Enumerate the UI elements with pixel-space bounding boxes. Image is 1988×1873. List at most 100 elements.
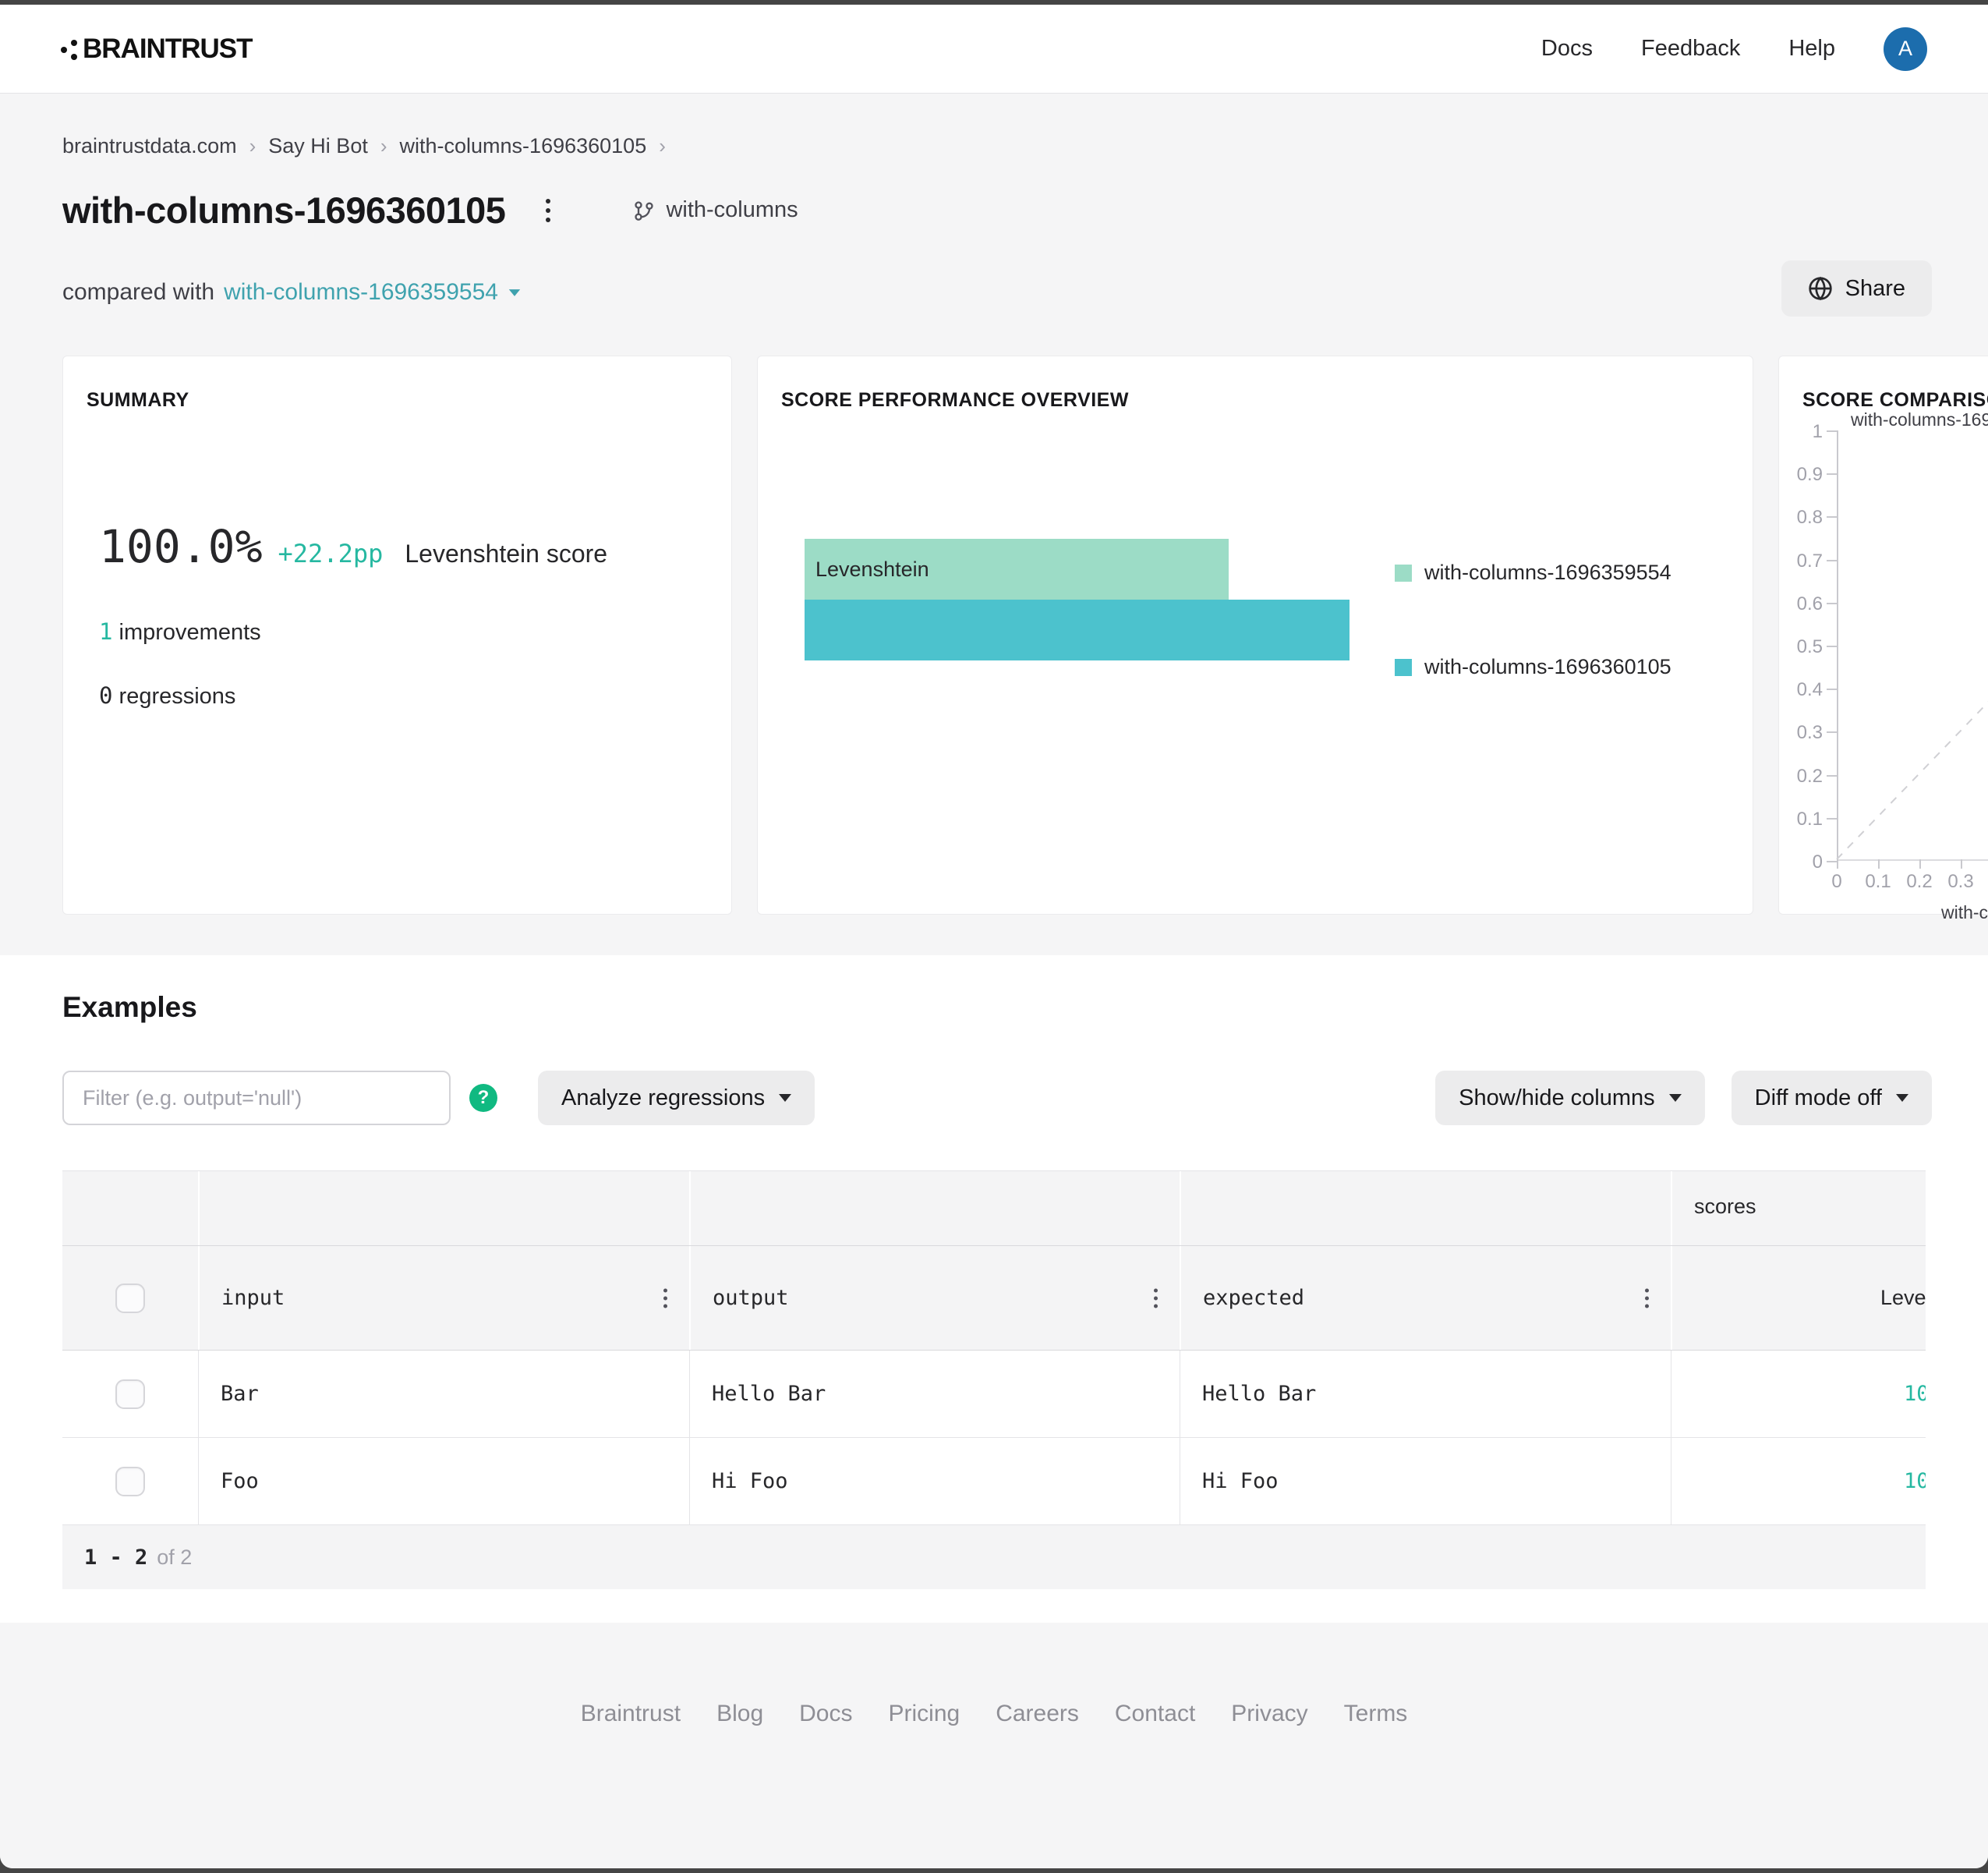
breadcrumb-org[interactable]: braintrustdata.com — [62, 134, 237, 158]
group-cell — [689, 1171, 1180, 1245]
column-header-levenshtein[interactable]: Levenshtein — [1671, 1246, 1926, 1350]
select-all-checkbox[interactable] — [115, 1283, 145, 1313]
breadcrumb-experiment[interactable]: with-columns-1696360105 — [400, 134, 647, 158]
y-tick-mark — [1827, 430, 1837, 432]
x-tick-label: 0 — [1813, 871, 1860, 893]
legend-item: with-columns-1696359554 — [1395, 561, 1671, 585]
footer-link-terms[interactable]: Terms — [1344, 1701, 1408, 1732]
scores-group-label: scores — [1694, 1195, 1756, 1219]
footer-link-pricing[interactable]: Pricing — [888, 1701, 960, 1732]
group-cell — [62, 1171, 198, 1245]
footer-link-braintrust[interactable]: Braintrust — [581, 1701, 681, 1732]
column-header-output[interactable]: output — [689, 1246, 1180, 1350]
examples-table: scores input output expected — [62, 1170, 1926, 1589]
chevron-down-icon[interactable] — [509, 289, 520, 296]
breadcrumb: braintrustdata.com › Say Hi Bot › with-c… — [62, 134, 666, 158]
nav-item-help[interactable]: Help — [1788, 36, 1835, 62]
cell-input: Bar — [198, 1351, 689, 1437]
cell-value: Hi Foo — [690, 1469, 788, 1493]
diff-mode-button[interactable]: Diff mode off — [1732, 1071, 1932, 1125]
x-tick-label: 0.3 — [1937, 871, 1984, 893]
chevron-down-icon — [779, 1094, 791, 1102]
footer-link-careers[interactable]: Careers — [996, 1701, 1079, 1732]
logo-dots-icon — [61, 35, 78, 63]
y-tick-mark — [1827, 861, 1837, 862]
compared-experiment-link[interactable]: with-columns-1696359554 — [224, 279, 498, 306]
braintrust-logo[interactable]: BRAINTRUST — [61, 34, 252, 65]
cell-value: Hi Foo — [1180, 1469, 1279, 1493]
table-group-header-row: scores — [62, 1171, 1926, 1245]
pagination-total: of 2 — [157, 1545, 192, 1570]
column-menu-icon[interactable] — [1640, 1283, 1654, 1312]
scatter-y-axis-label: with-columns-1696360105 — [1851, 409, 1988, 430]
group-cell — [1180, 1171, 1671, 1245]
summary-score-delta: +22.2pp — [278, 539, 384, 568]
column-menu-icon[interactable] — [659, 1283, 672, 1312]
cell-score: 100% — [1671, 1438, 1926, 1524]
title-kebab-menu-icon[interactable] — [539, 193, 557, 228]
legend-label: with-columns-1696359554 — [1424, 561, 1671, 585]
filter-input[interactable] — [62, 1071, 451, 1125]
branch-tag[interactable]: with-columns — [633, 197, 798, 223]
bar-with-columns-1696360105 — [805, 600, 1350, 660]
improvements-count: 1 — [99, 618, 112, 645]
y-tick-label: 0.3 — [1782, 722, 1823, 744]
branch-label: with-columns — [666, 197, 798, 223]
cell-value: Bar — [199, 1382, 259, 1406]
column-menu-icon[interactable] — [1149, 1283, 1162, 1312]
footer-link-blog[interactable]: Blog — [716, 1701, 763, 1732]
y-tick-mark — [1827, 775, 1837, 777]
footer-link-docs[interactable]: Docs — [799, 1701, 852, 1732]
overview-card-title: SCORE PERFORMANCE OVERVIEW — [781, 389, 1129, 412]
y-tick-label: 0 — [1782, 852, 1823, 873]
footer-link-privacy[interactable]: Privacy — [1231, 1701, 1307, 1732]
footer-link-contact[interactable]: Contact — [1115, 1701, 1195, 1732]
y-tick-label: 0.2 — [1782, 766, 1823, 788]
y-tick-label: 0.6 — [1782, 593, 1823, 615]
y-tick-label: 0.8 — [1782, 507, 1823, 529]
column-name: output — [691, 1286, 789, 1310]
column-name: Levenshtein — [1880, 1286, 1926, 1310]
x-tick-mark — [1919, 859, 1921, 869]
y-tick-mark — [1827, 818, 1837, 820]
y-tick-mark — [1827, 473, 1837, 475]
cell-value: Hello Bar — [690, 1382, 826, 1406]
y-tick-label: 0.4 — [1782, 679, 1823, 701]
analyze-regressions-button[interactable]: Analyze regressions — [538, 1071, 815, 1125]
group-cell — [198, 1171, 689, 1245]
nav-item-feedback[interactable]: Feedback — [1641, 36, 1740, 62]
table-row[interactable]: Bar Hello Bar Hello Bar 100% — [62, 1351, 1926, 1438]
row-checkbox[interactable] — [115, 1467, 145, 1496]
top-nav: BRAINTRUST Docs Feedback Help A — [0, 5, 1988, 94]
x-tick-mark — [1837, 859, 1838, 869]
breadcrumb-separator: › — [659, 134, 666, 158]
analyze-regressions-label: Analyze regressions — [561, 1085, 765, 1111]
scatter-x-axis-label: with-columns-1696359554 — [1941, 902, 1988, 923]
show-hide-columns-button[interactable]: Show/hide columns — [1435, 1071, 1704, 1125]
table-row[interactable]: Foo Hi Foo Hi Foo 100% — [62, 1438, 1926, 1525]
row-checkbox[interactable] — [115, 1379, 145, 1409]
share-button[interactable]: Share — [1781, 260, 1932, 317]
cell-output: Hi Foo — [689, 1438, 1180, 1524]
column-header-expected[interactable]: expected — [1180, 1246, 1671, 1350]
y-tick-mark — [1827, 560, 1837, 561]
avatar[interactable]: A — [1884, 27, 1927, 71]
y-tick-label: 1 — [1782, 421, 1823, 443]
x-tick-label: 0.1 — [1855, 871, 1901, 893]
score-value: 100% — [1904, 1469, 1926, 1493]
footer-links: Braintrust Blog Docs Pricing Careers Contact P… — [581, 1701, 1408, 1732]
cell-input: Foo — [198, 1438, 689, 1524]
column-name: input — [200, 1286, 285, 1310]
cell-value: Hello Bar — [1180, 1382, 1316, 1406]
bar-category-label: Levenshtein — [805, 558, 929, 582]
cell-value: Foo — [199, 1469, 259, 1493]
filter-help-icon[interactable]: ? — [469, 1084, 497, 1112]
improvements-stat: 1 improvements — [99, 618, 261, 646]
breadcrumb-project[interactable]: Say Hi Bot — [268, 134, 368, 158]
row-checkbox-cell — [62, 1351, 198, 1437]
levenshtein-bar-group: Levenshtein — [805, 539, 1350, 660]
summary-score-name: Levenshtein score — [405, 540, 607, 568]
nav-item-docs[interactable]: Docs — [1541, 36, 1593, 62]
column-header-input[interactable]: input — [198, 1246, 689, 1350]
scatter-x-axis-line — [1837, 859, 1988, 861]
